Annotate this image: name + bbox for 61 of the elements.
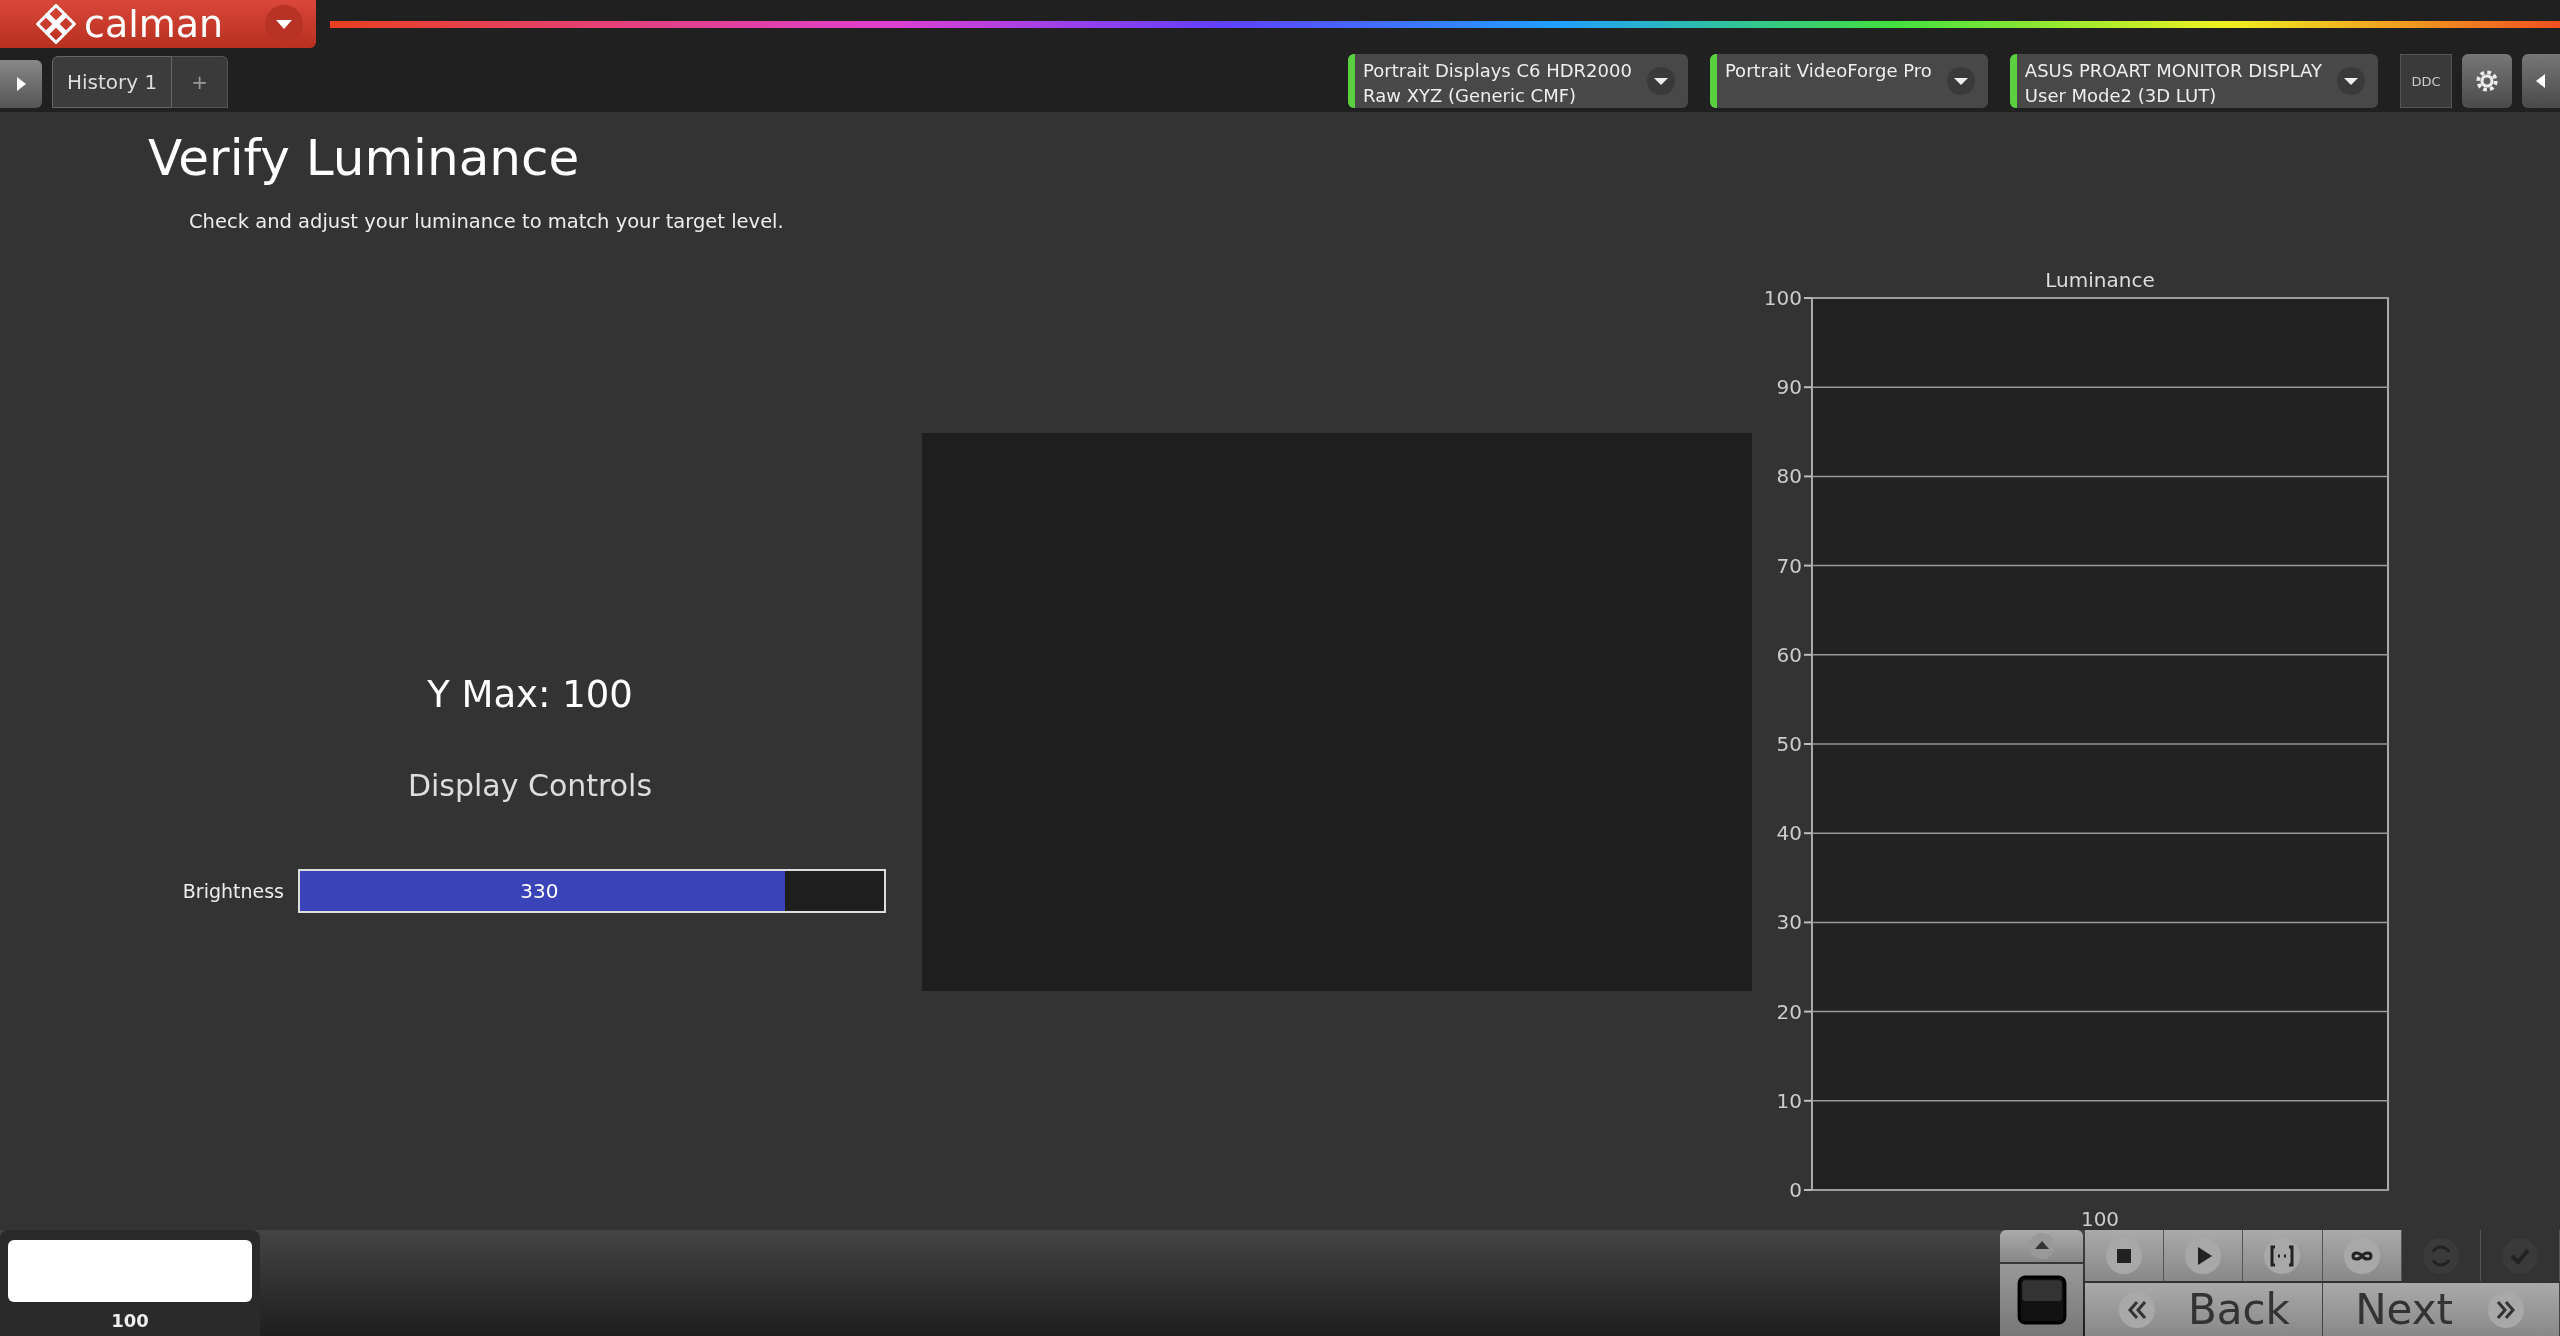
y-tick-label: 60 bbox=[1776, 642, 1802, 667]
device-selector[interactable]: Portrait VideoForge Pro bbox=[1709, 54, 1988, 108]
tick-mark bbox=[1803, 743, 1813, 745]
swatch-label: 100 bbox=[111, 1310, 149, 1331]
y-max-label: Y Max: 100 bbox=[427, 673, 633, 716]
collapse-button[interactable] bbox=[2522, 54, 2560, 108]
tick-mark bbox=[1803, 475, 1813, 478]
y-tick-label: 30 bbox=[1776, 910, 1802, 935]
x-tick-label: 100 bbox=[2080, 1207, 2120, 1231]
tick-mark bbox=[1803, 832, 1813, 835]
y-tick-label: 40 bbox=[1776, 821, 1802, 846]
y-tick-label: 20 bbox=[1776, 999, 1802, 1024]
chart-title: Luminance bbox=[2045, 268, 2155, 292]
tick-mark bbox=[1803, 921, 1813, 924]
next-button[interactable]: Next bbox=[2322, 1283, 2560, 1336]
tick-mark bbox=[1803, 297, 1813, 299]
play-button[interactable] bbox=[2164, 1230, 2244, 1281]
y-tick-label: 80 bbox=[1776, 464, 1802, 489]
y-tick-label: 10 bbox=[1776, 1088, 1802, 1113]
display-controls-heading: Display Controls bbox=[407, 768, 653, 803]
back-button[interactable]: Back bbox=[2085, 1283, 2323, 1336]
device-mode: Raw XYZ (Generic CMF) bbox=[1363, 84, 1578, 108]
tick-mark bbox=[1803, 653, 1813, 656]
y-tick-label: 70 bbox=[1776, 553, 1802, 578]
control-label: Brightness bbox=[181, 879, 284, 904]
stop-button[interactable] bbox=[2085, 1230, 2165, 1281]
page-title: Verify Luminance bbox=[148, 128, 581, 188]
y-tick-label: 90 bbox=[1776, 375, 1802, 400]
expand-button[interactable] bbox=[0, 60, 42, 108]
loop-button[interactable] bbox=[2322, 1230, 2402, 1281]
caret-icon bbox=[1945, 66, 1976, 96]
y-tick-label: 100 bbox=[1763, 286, 1802, 310]
y-tick-label: 50 bbox=[1776, 732, 1802, 756]
tick-mark bbox=[1803, 564, 1813, 567]
device-name: Portrait Displays C6 HDR2000 bbox=[1363, 59, 1632, 83]
range-button[interactable] bbox=[2243, 1230, 2323, 1281]
y-tick-label: 0 bbox=[1789, 1178, 1802, 1202]
expand-up-button[interactable] bbox=[2000, 1230, 2083, 1262]
history-tab[interactable]: History 1 bbox=[52, 56, 173, 108]
device-name: ASUS PROART MONITOR DISPLAY bbox=[2024, 59, 2322, 83]
tick-mark bbox=[1803, 1010, 1813, 1013]
square-icon bbox=[2015, 1274, 2068, 1326]
tick-mark bbox=[1803, 1099, 1813, 1102]
tick-mark bbox=[1803, 1189, 1813, 1191]
device-name: Portrait VideoForge Pro bbox=[1724, 59, 1932, 83]
add-tab-button[interactable]: + bbox=[172, 56, 229, 108]
app-menu-button[interactable]: calman bbox=[0, 0, 316, 48]
device-selector[interactable]: Portrait Displays C6 HDR2000 Raw XYZ (Generic CMF) bbox=[1348, 54, 1688, 108]
color-swatch[interactable] bbox=[8, 1240, 252, 1302]
device-mode: User Mode2 (3D LUT) bbox=[2024, 84, 2218, 108]
pattern-button[interactable] bbox=[2000, 1264, 2083, 1336]
diamond-logo-icon bbox=[36, 4, 76, 44]
caret-icon bbox=[2336, 66, 2366, 96]
settings-button[interactable] bbox=[2462, 54, 2512, 108]
slider-value: 330 bbox=[519, 878, 560, 905]
page-subtitle: Check and adjust your luminance to match your target level. bbox=[189, 210, 785, 233]
device-selector[interactable]: ASUS PROART MONITOR DISPLAY User Mode2 (3D LUT) bbox=[2009, 54, 2378, 108]
ddc-button[interactable]: DDC bbox=[2400, 54, 2452, 108]
caret-icon bbox=[1645, 66, 1676, 96]
brightness-slider[interactable]: 330 bbox=[298, 869, 886, 913]
tick-mark bbox=[1803, 386, 1813, 389]
